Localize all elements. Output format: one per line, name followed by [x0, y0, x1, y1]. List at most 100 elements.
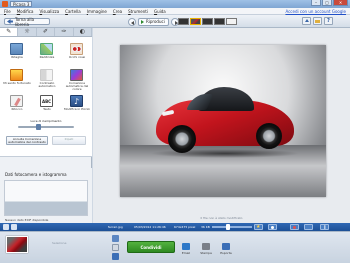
straighten-icon [40, 43, 53, 55]
tab-basic-fixes[interactable]: ✎ [0, 28, 19, 36]
redeye-tool[interactable]: Occhi rossi [62, 41, 92, 63]
menu-help[interactable]: Guida [154, 9, 166, 14]
zoom-slider-thumb[interactable] [226, 224, 230, 230]
close-button[interactable]: ✕ [333, 0, 348, 6]
menu-tools[interactable]: Strumenti [128, 9, 148, 14]
slideshow-play-button[interactable]: Riproduci [138, 17, 169, 26]
file-name: ferrari.jpg [108, 225, 123, 229]
undo-auto-contrast-button[interactable]: Annulla Correzione automatica del contra… [6, 136, 48, 145]
tab-tuning[interactable]: ☼ [18, 28, 37, 36]
email-button[interactable]: Email [176, 243, 196, 261]
redeye-icon [70, 43, 83, 55]
menu-folder[interactable]: Cartella [65, 9, 81, 14]
music-icon [70, 95, 83, 107]
brush-icon: ✐ [43, 28, 49, 35]
minimize-button[interactable]: – [311, 0, 321, 6]
photo-icon [3, 224, 9, 230]
front-wheel [168, 125, 196, 153]
file-date: 05/03/2012 11:26:46 [134, 225, 166, 229]
filmstrip-thumbnail-selected[interactable] [190, 18, 201, 25]
menu-view[interactable]: Visualizza [39, 9, 59, 14]
hold-icon[interactable] [112, 235, 119, 242]
crop-tool[interactable]: Ritaglia [2, 41, 32, 63]
help-icon[interactable] [324, 17, 333, 25]
retouch-tool[interactable]: Ritocco [2, 93, 32, 115]
text-tool[interactable]: Testo [32, 93, 62, 115]
back-label: Torna alla libreria [14, 16, 35, 27]
crop-icon [10, 43, 23, 55]
filmstrip-thumbnail[interactable] [178, 18, 189, 25]
lucky-tool[interactable]: Mi sento fortunato [2, 67, 32, 89]
redeye-label: Occhi rossi [68, 55, 86, 59]
people-icon[interactable] [268, 224, 277, 230]
play-icon [141, 19, 144, 24]
file-dimensions: 674x475 pixel [174, 225, 196, 229]
tag-icon[interactable] [304, 224, 313, 230]
folder-icon[interactable] [313, 17, 322, 25]
tab-extra-effects[interactable]: ◐ [74, 28, 93, 36]
auto-color-tool[interactable]: Correzione automatica del colore [62, 67, 92, 91]
picnik-tool[interactable]: Modifica in Picnik [62, 93, 92, 115]
geotag-icon[interactable] [290, 224, 299, 230]
auto-contrast-icon [40, 69, 53, 81]
menu-file[interactable]: File [4, 9, 11, 14]
google-account-link[interactable]: Accedi con un account Google [285, 9, 346, 14]
print-icon [202, 243, 210, 250]
edit-panel: ✎ ☼ ✐ ✑ ◐ Ritaglia Raddrizza Occhi rossi… [0, 28, 93, 231]
share-button[interactable]: Condividi [127, 241, 175, 253]
tab-more-effects[interactable]: ✑ [55, 28, 74, 36]
fill-light-thumb[interactable] [36, 124, 41, 130]
caption-icon[interactable] [11, 224, 17, 230]
menu-bar: File Modifica Visualizza Cartella Immagi… [0, 8, 350, 15]
menu-image[interactable]: Immagine [87, 9, 107, 14]
back-to-library-button[interactable]: Torna alla libreria [4, 16, 50, 27]
maximize-button[interactable]: ▢ [322, 0, 332, 6]
tab-effects[interactable]: ✐ [37, 28, 56, 36]
straighten-tool[interactable]: Raddrizza [32, 41, 62, 63]
add-album-icon[interactable] [112, 253, 119, 260]
print-label: Stampa [200, 251, 212, 255]
tray-thumbnail[interactable] [6, 236, 28, 253]
upload-icon[interactable] [302, 17, 311, 25]
text-icon [40, 95, 53, 107]
photo-tray: Selezione Condividi Email Stampa Esporta [0, 231, 350, 263]
fill-light-label: Luce di riempimento [30, 119, 62, 123]
sun-icon: ☼ [24, 28, 30, 35]
info-icon[interactable] [320, 224, 329, 231]
filmstrip-thumbnail[interactable] [226, 18, 237, 25]
export-button[interactable]: Esporta [216, 243, 236, 261]
auto-color-icon [70, 69, 83, 81]
window-controls: – ▢ ✕ [311, 0, 348, 7]
clear-icon[interactable] [112, 244, 119, 251]
edit-tabs: ✎ ☼ ✐ ✑ ◐ [0, 28, 93, 37]
palette-icon: ◐ [79, 28, 85, 35]
zoom-slider-track[interactable] [212, 226, 252, 228]
star-icon[interactable] [254, 224, 263, 230]
car-shadow [150, 149, 300, 158]
selection-label: Selezione [52, 241, 67, 245]
auto-contrast-label: Contrasto automatico [38, 81, 56, 88]
histogram-fill [5, 181, 87, 215]
lucky-icon [10, 69, 23, 81]
brush-alt-icon: ✑ [61, 28, 67, 35]
picasa-logo-icon [2, 1, 8, 7]
basic-fixes-panel: Ritaglia Raddrizza Occhi rossi Mi sento … [0, 37, 92, 157]
menu-edit[interactable]: Modifica [17, 9, 34, 14]
histogram-title: Dati fotocamera e istogramma [5, 172, 67, 177]
auto-contrast-tool[interactable]: Contrasto automatico [32, 67, 62, 89]
main-photo[interactable] [120, 45, 326, 197]
edit-status: Il file non è stato modificato [93, 214, 350, 223]
filmstrip-thumbnail[interactable] [214, 18, 225, 25]
fill-light-track[interactable] [18, 126, 74, 128]
filmstrip-thumbnail[interactable] [202, 18, 213, 25]
previous-photo-button[interactable] [128, 17, 136, 26]
window-title: Picasa 3 [10, 1, 33, 7]
email-label: Email [181, 251, 191, 255]
export-label: Esporta [220, 251, 232, 255]
slideshow-controls: Riproduci [128, 17, 179, 26]
print-button[interactable]: Stampa [196, 243, 216, 261]
redo-button[interactable]: Ripeti [52, 136, 86, 145]
menu-create[interactable]: Crea [113, 9, 122, 14]
file-size: 36 KB [201, 225, 210, 229]
photo-viewer [93, 28, 350, 223]
